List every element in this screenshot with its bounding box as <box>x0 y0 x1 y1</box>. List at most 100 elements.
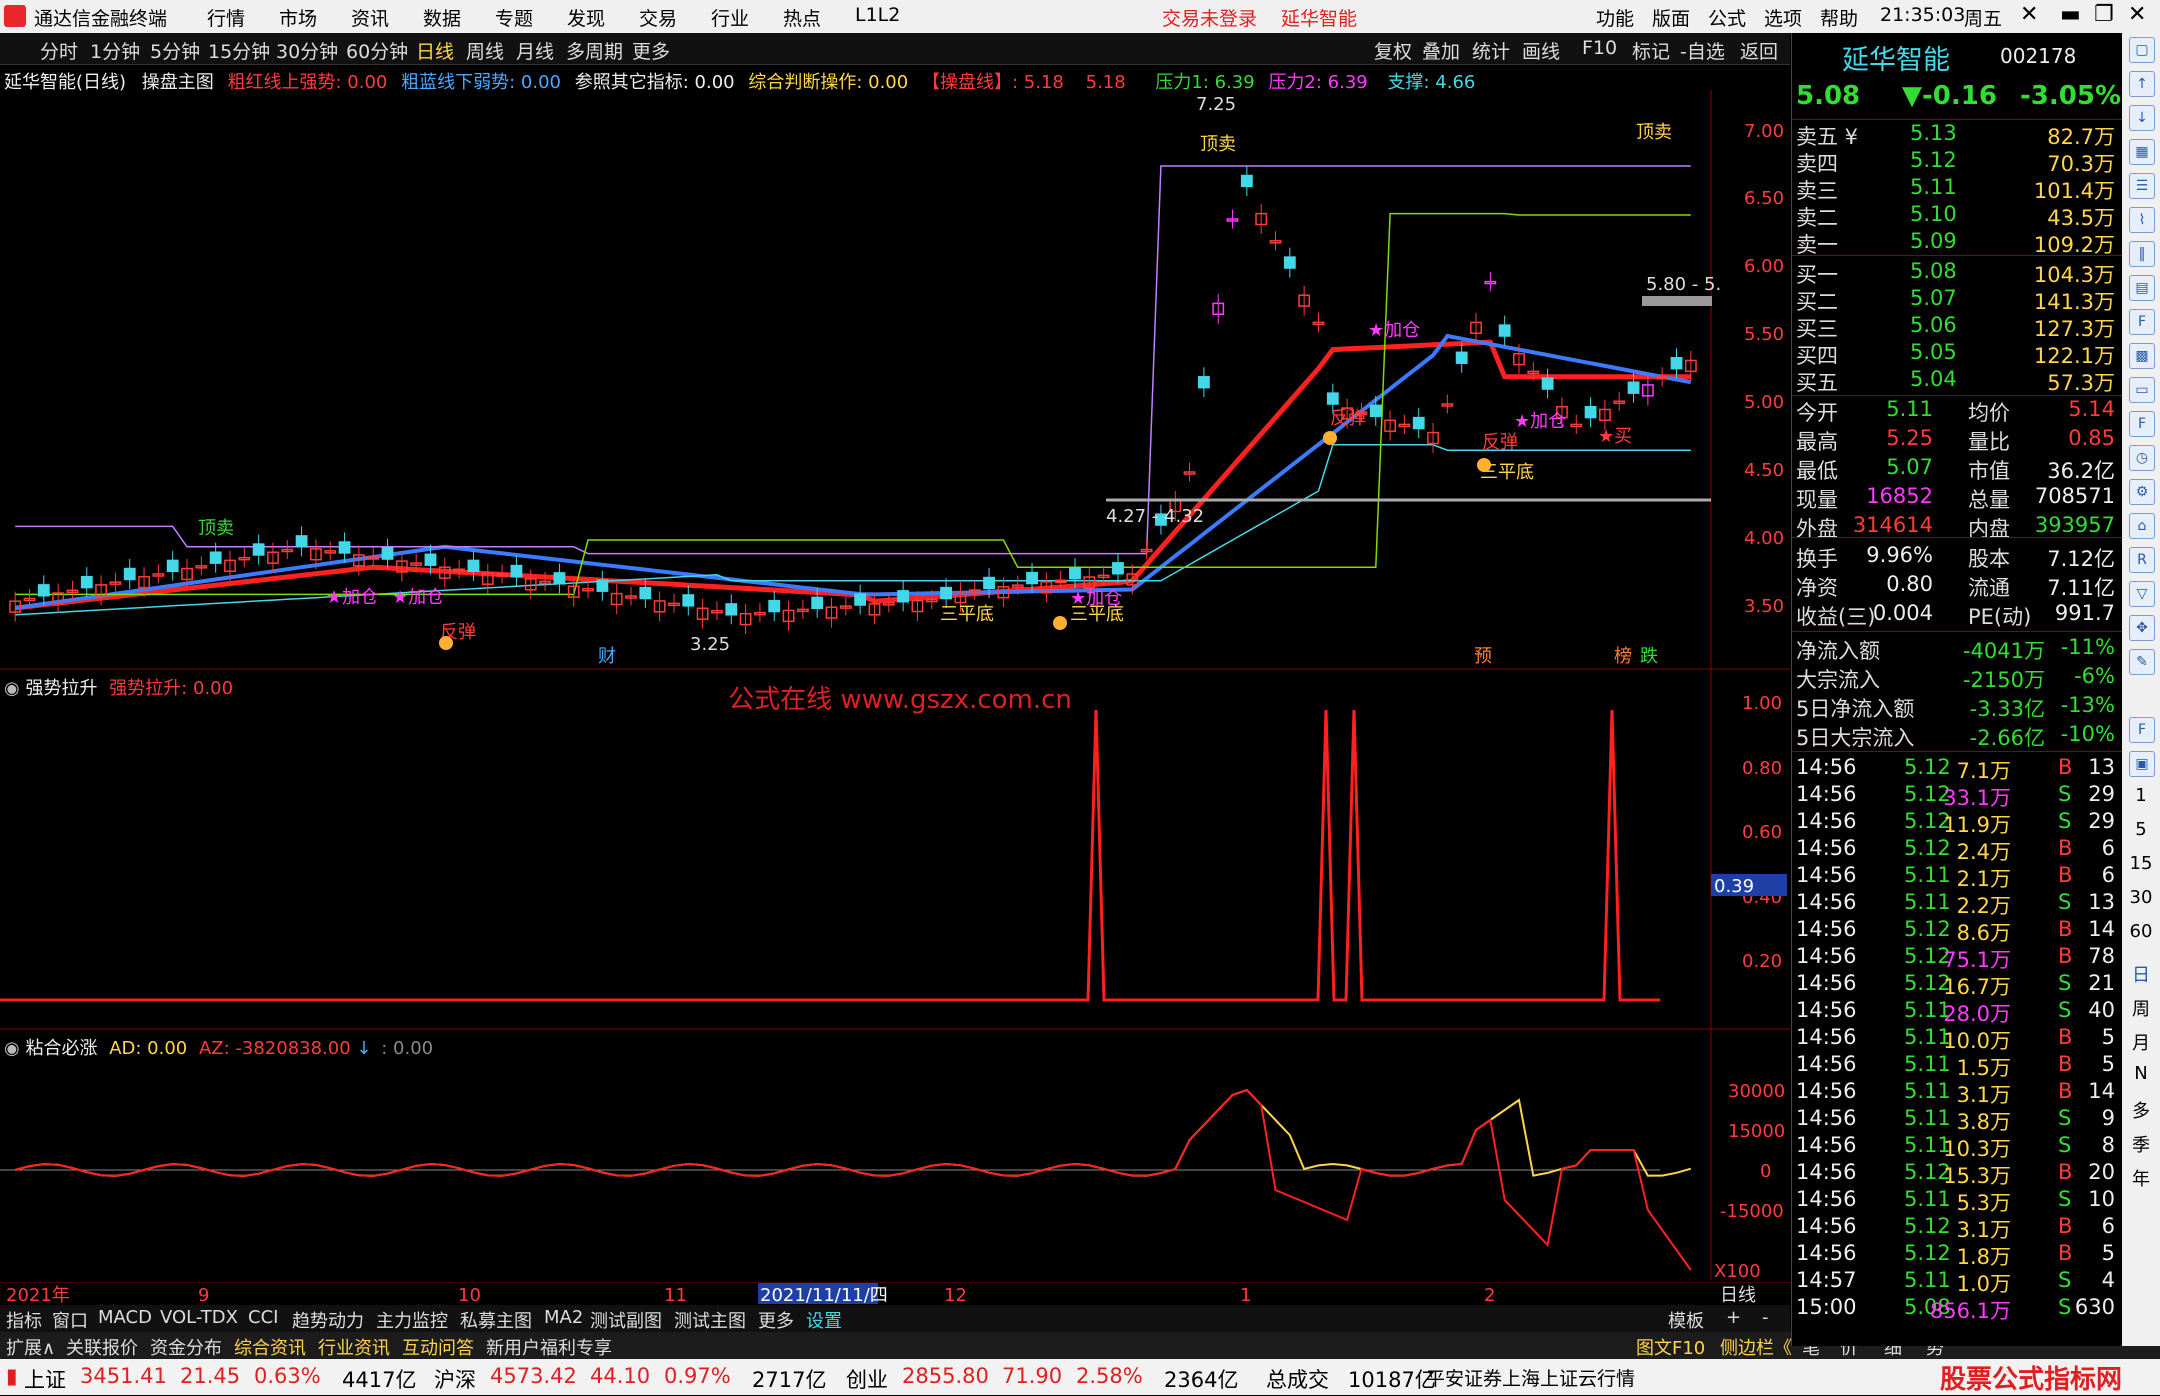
pen-icon[interactable]: ✎ <box>2129 649 2155 675</box>
clock-icon[interactable]: ◷ <box>2129 445 2155 471</box>
sec-60[interactable]: 60 <box>2122 921 2160 942</box>
period-day[interactable]: 日 <box>2122 961 2160 987</box>
login-status[interactable]: 交易未登录 <box>1162 4 1257 31</box>
tab[interactable]: 行业资讯 <box>318 1334 390 1360</box>
menu-item[interactable]: 专题 <box>495 4 533 31</box>
f10-icon[interactable]: F <box>2129 309 2155 335</box>
sec-1[interactable]: 1 <box>2122 785 2160 806</box>
doc-icon[interactable]: ▭ <box>2129 377 2155 403</box>
bank-icon[interactable]: ⌂ <box>2129 513 2155 539</box>
fs-icon[interactable]: F <box>2129 717 2155 743</box>
menu-item[interactable]: 数据 <box>423 4 461 31</box>
menu-layout[interactable]: 版面 <box>1652 4 1690 31</box>
tab[interactable]: 测试主图 <box>674 1307 746 1333</box>
tab[interactable]: CCI <box>248 1307 278 1328</box>
period-tab[interactable]: 30分钟 <box>276 37 338 64</box>
template-btn[interactable]: 模板 <box>1668 1307 1704 1333</box>
filter-icon[interactable]: ▽ <box>2129 581 2155 607</box>
f5-icon[interactable]: F <box>2129 411 2155 437</box>
toolbar-btn[interactable]: 统计 <box>1472 37 1510 64</box>
period-tab[interactable]: 60分钟 <box>346 37 408 64</box>
zoom-out-btn[interactable]: - <box>1762 1307 1769 1328</box>
period-tab-active[interactable]: 日线 <box>416 37 454 64</box>
menu-item[interactable]: 行情 <box>207 4 245 31</box>
menu-item[interactable]: L1L2 <box>855 4 900 26</box>
grid-icon[interactable]: ▩ <box>2129 343 2155 369</box>
list-icon[interactable]: ☰ <box>2129 173 2155 199</box>
index-name[interactable]: 沪深 <box>434 1364 476 1394</box>
zoom-in-btn[interactable]: + <box>1726 1307 1741 1328</box>
period-month[interactable]: 月 <box>2122 1029 2160 1055</box>
tab[interactable]: 综合资讯 <box>234 1334 306 1360</box>
tab[interactable]: 更多 <box>758 1307 794 1333</box>
toolbar-btn[interactable]: 返回 <box>1740 37 1778 64</box>
calc-icon[interactable]: ▣ <box>2129 751 2155 777</box>
tab[interactable]: 资金分布 <box>150 1334 222 1360</box>
menu-item[interactable]: 行业 <box>711 4 749 31</box>
toolbar-btn[interactable]: 画线 <box>1522 37 1560 64</box>
menu-item[interactable]: 交易 <box>639 4 677 31</box>
tab[interactable]: 新用户福利专享 <box>486 1334 612 1360</box>
period-year[interactable]: 年 <box>2122 1165 2160 1191</box>
menu-item[interactable]: 市场 <box>279 4 317 31</box>
f10-btn[interactable]: 图文F10 <box>1636 1334 1705 1360</box>
menu-help[interactable]: 帮助 <box>1820 4 1858 31</box>
gear-icon[interactable]: ⚙ <box>2129 479 2155 505</box>
tab[interactable]: 指标 <box>6 1307 42 1333</box>
tab[interactable]: MACD <box>98 1307 152 1328</box>
tab[interactable]: 测试副图 <box>590 1307 662 1333</box>
menu-item[interactable]: 资讯 <box>351 4 389 31</box>
period-tab[interactable]: 更多 <box>632 37 670 64</box>
strong-rise-chart[interactable]: 公式在线 www.gszx.com.cn 1.00 0.80 0.60 0.40… <box>0 670 1790 1030</box>
ad-az-chart[interactable]: 30000 15000 0 -15000 X100 <box>0 1030 1790 1280</box>
period-tab[interactable]: 5分钟 <box>150 37 200 64</box>
period-tab[interactable]: 周线 <box>466 37 504 64</box>
close-icon[interactable]: ✕ <box>2020 2 2038 27</box>
toolbar-btn[interactable]: 复权 <box>1374 37 1412 64</box>
menu-formula[interactable]: 公式 <box>1708 4 1746 31</box>
rsi-icon[interactable]: R <box>2129 547 2155 573</box>
index-name[interactable]: 上证 <box>24 1364 66 1394</box>
menu-item[interactable]: 发现 <box>567 4 605 31</box>
tab[interactable]: VOL-TDX <box>160 1307 238 1328</box>
tab[interactable]: 关联报价 <box>66 1334 138 1360</box>
line-chart-icon[interactable]: ⌇ <box>2129 207 2155 233</box>
period-n[interactable]: N <box>2122 1063 2160 1084</box>
tab-settings[interactable]: 设置 <box>806 1307 842 1333</box>
index-name[interactable]: 创业 <box>846 1364 888 1394</box>
table-icon[interactable]: ▤ <box>2129 275 2155 301</box>
period-tab[interactable]: 15分钟 <box>208 37 270 64</box>
menu-item[interactable]: 热点 <box>783 4 821 31</box>
menu-func[interactable]: 功能 <box>1596 4 1634 31</box>
period-tab[interactable]: 1分钟 <box>90 37 140 64</box>
tab[interactable]: 窗口 <box>52 1307 88 1333</box>
kline-icon[interactable]: ‖ <box>2129 241 2155 267</box>
toolbar-btn[interactable]: 标记 <box>1632 37 1670 64</box>
kline-chart[interactable]: 7.00 6.50 6.00 5.50 5.00 4.50 4.00 3.50 … <box>0 90 1790 670</box>
tab[interactable]: 趋势动力 <box>292 1307 364 1333</box>
toolbar-btn[interactable]: -自选 <box>1680 37 1725 64</box>
sec-15[interactable]: 15 <box>2122 853 2160 874</box>
period-tab[interactable]: 多周期 <box>566 37 623 64</box>
move-icon[interactable]: ✥ <box>2129 615 2155 641</box>
period-tab[interactable]: 月线 <box>516 37 554 64</box>
down-arrow-icon[interactable]: ↓ <box>2129 105 2155 131</box>
period-week[interactable]: 周 <box>2122 995 2160 1021</box>
close-window-icon[interactable]: ✕ <box>2128 2 2146 27</box>
toolbar-btn[interactable]: 叠加 <box>1422 37 1460 64</box>
minimize-icon[interactable]: ▬ <box>2060 2 2081 27</box>
tab[interactable]: MA2 <box>544 1307 583 1328</box>
period-season[interactable]: 季 <box>2122 1131 2160 1157</box>
up-arrow-icon[interactable]: ↑ <box>2129 71 2155 97</box>
tab[interactable]: 互动问答 <box>402 1334 474 1360</box>
period-tab[interactable]: 分时 <box>40 37 78 64</box>
period-multi[interactable]: 多 <box>2122 1097 2160 1123</box>
toolbar-btn[interactable]: F10 <box>1582 37 1617 59</box>
sec-30[interactable]: 30 <box>2122 887 2160 908</box>
window-icon[interactable]: ▢ <box>2129 37 2155 63</box>
sec-5[interactable]: 5 <box>2122 819 2160 840</box>
menu-options[interactable]: 选项 <box>1764 4 1802 31</box>
sidebar-toggle[interactable]: 侧边栏《 <box>1720 1334 1792 1360</box>
tab[interactable]: 扩展∧ <box>6 1334 55 1360</box>
tab[interactable]: 主力监控 <box>376 1307 448 1333</box>
